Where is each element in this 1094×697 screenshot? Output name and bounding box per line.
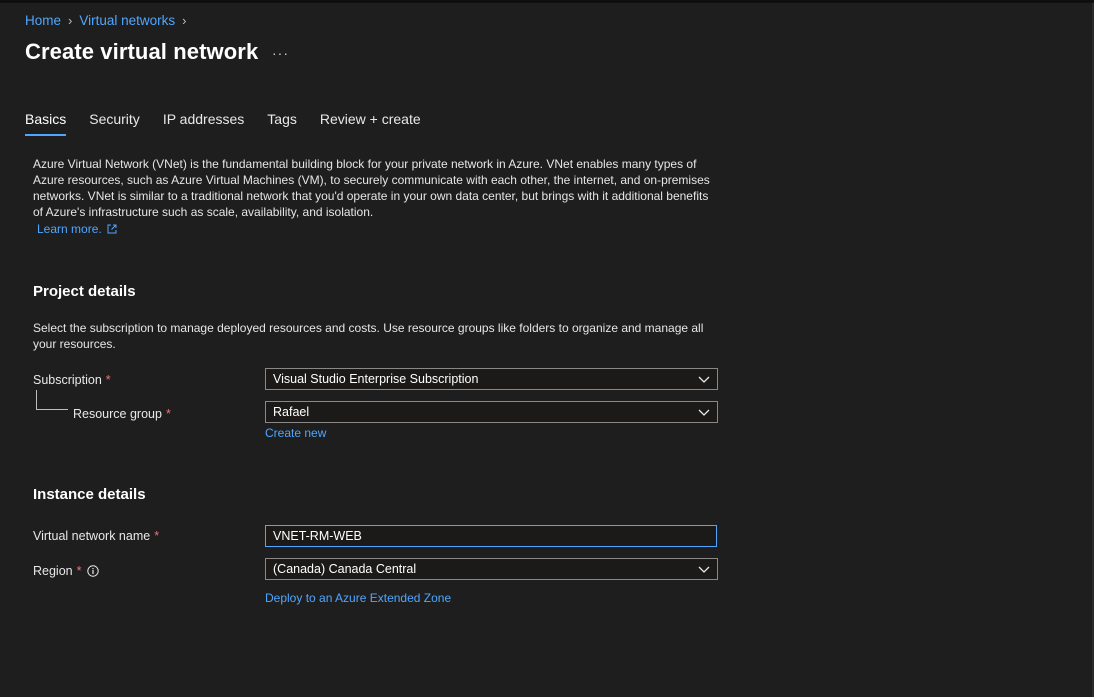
- required-marker: *: [154, 529, 160, 543]
- subscription-dropdown[interactable]: Visual Studio Enterprise Subscription: [265, 368, 718, 390]
- learn-more-label: Learn more.: [37, 222, 102, 236]
- subscription-label: Subscription *: [33, 373, 111, 387]
- intro-text: Azure Virtual Network (VNet) is the fund…: [33, 157, 710, 219]
- chevron-down-icon: [698, 566, 710, 573]
- chevron-right-icon: ›: [68, 13, 73, 28]
- create-new-resource-group-link[interactable]: Create new: [265, 426, 326, 440]
- breadcrumb: Home › Virtual networks ›: [25, 13, 194, 28]
- region-dropdown[interactable]: (Canada) Canada Central: [265, 558, 718, 580]
- project-details-description: Select the subscription to manage deploy…: [33, 321, 704, 351]
- tab-review-create[interactable]: Review + create: [320, 111, 421, 134]
- tab-ip-addresses[interactable]: IP addresses: [163, 111, 244, 134]
- resource-group-label-text: Resource group: [73, 407, 162, 421]
- required-marker: *: [165, 407, 171, 421]
- tab-tags[interactable]: Tags: [267, 111, 297, 134]
- tab-basics[interactable]: Basics: [25, 111, 67, 136]
- page-title: Create virtual network: [25, 39, 259, 64]
- instance-details-heading: Instance details: [33, 486, 146, 503]
- subscription-value: Visual Studio Enterprise Subscription: [273, 372, 479, 386]
- tree-connector: [36, 390, 68, 410]
- region-label-text: Region: [33, 564, 73, 578]
- vnet-name-label: Virtual network name *: [33, 529, 159, 543]
- resource-group-dropdown[interactable]: Rafael: [265, 401, 718, 423]
- learn-more-link[interactable]: Learn more.: [37, 222, 117, 236]
- resource-group-label: Resource group *: [73, 407, 171, 421]
- chevron-down-icon: [698, 376, 710, 383]
- chevron-right-icon: ›: [182, 13, 187, 28]
- extended-zone-link[interactable]: Deploy to an Azure Extended Zone: [265, 591, 451, 605]
- breadcrumb-virtual-networks-link[interactable]: Virtual networks: [79, 13, 175, 28]
- project-details-heading: Project details: [33, 283, 136, 300]
- more-options-icon[interactable]: ···: [272, 45, 289, 61]
- region-value: (Canada) Canada Central: [273, 562, 417, 576]
- vnet-name-label-text: Virtual network name: [33, 529, 151, 543]
- chevron-down-icon: [698, 409, 710, 416]
- vnet-name-input[interactable]: VNET-RM-WEB: [265, 525, 717, 547]
- region-label: Region *: [33, 564, 99, 578]
- subscription-label-text: Subscription: [33, 373, 102, 387]
- vnet-name-value: VNET-RM-WEB: [273, 529, 362, 543]
- tab-bar: Basics Security IP addresses Tags Review…: [25, 111, 444, 136]
- create-vnet-page: Home › Virtual networks › Create virtual…: [0, 0, 1094, 697]
- required-marker: *: [76, 564, 82, 578]
- info-icon[interactable]: [86, 565, 99, 577]
- external-link-icon: [107, 224, 117, 234]
- tab-security[interactable]: Security: [89, 111, 140, 134]
- required-marker: *: [105, 373, 111, 387]
- breadcrumb-home-link[interactable]: Home: [25, 13, 61, 28]
- resource-group-value: Rafael: [273, 405, 310, 419]
